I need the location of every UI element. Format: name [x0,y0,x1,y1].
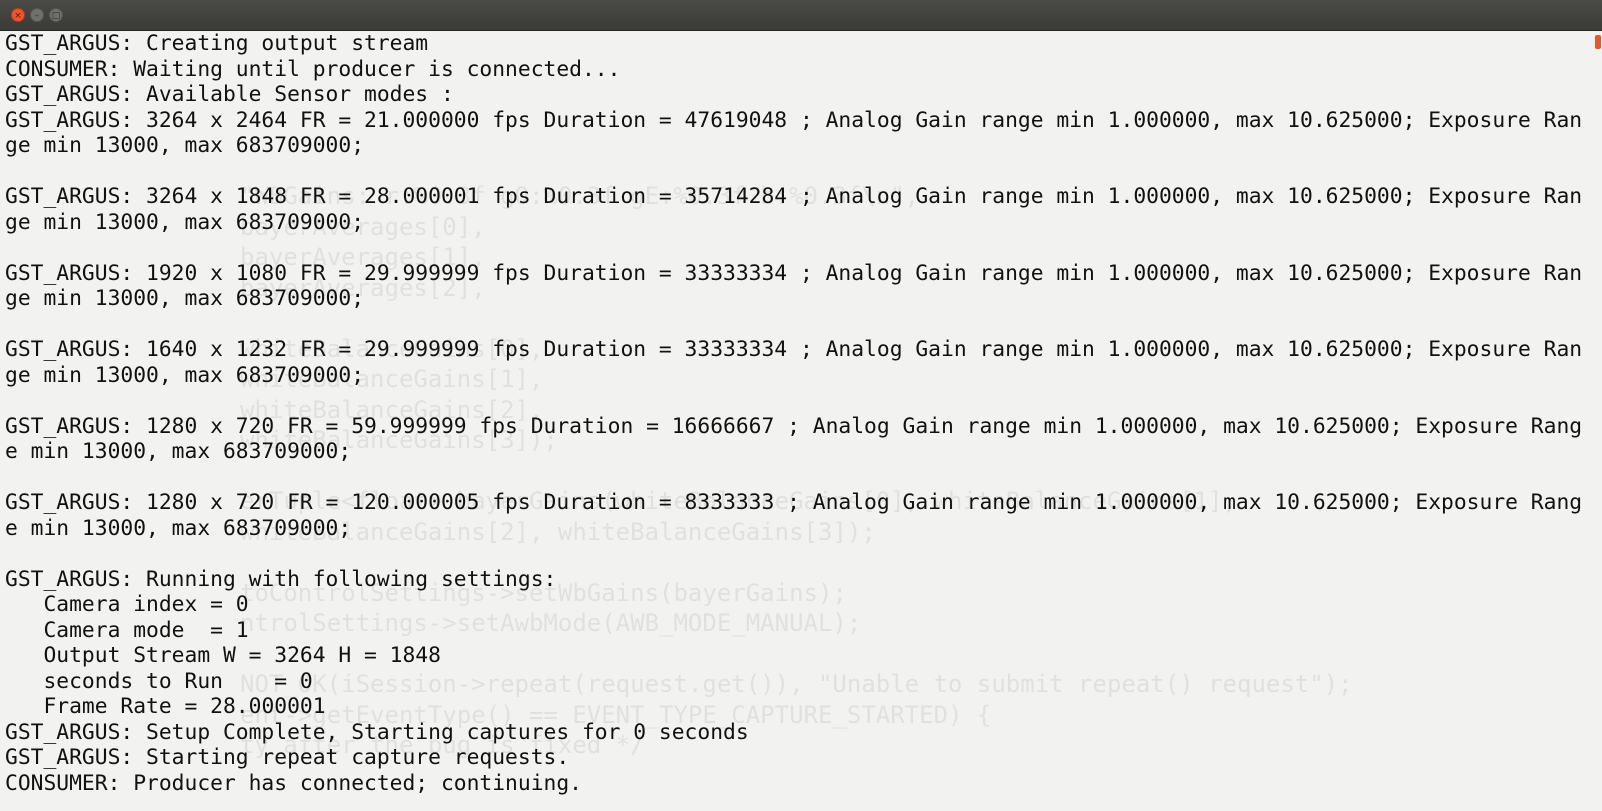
terminal-line: GST_ARGUS: Setup Complete, Starting capt… [5,719,749,745]
close-window-button[interactable]: × [11,8,25,22]
scrollbar-thumb[interactable] [1595,35,1601,49]
minimize-window-button[interactable]: – [30,8,44,22]
terminal-line: Camera index = 0 [5,592,249,617]
terminal-line: CONSUMER: Waiting until producer is conn… [5,56,621,82]
terminal-scrollbar[interactable] [1593,31,1602,811]
terminal-line: CONSUMER: Producer has connected; contin… [5,770,582,796]
terminal-line: GST_ARGUS: 1640 x 1232 FR = 29.999999 fp… [5,337,1583,388]
terminal-line: Output Stream W = 3264 H = 1848 [5,643,441,668]
maximize-window-button[interactable]: □ [49,8,63,22]
terminal-text: GST_ARGUS: Creating output stream CONSUME… [5,31,1590,796]
terminal-line: GST_ARGUS: 1280 x 720 FR = 120.000005 fp… [5,490,1583,541]
terminal-line: Frame Rate = 28.000001 [5,694,326,719]
terminal-line: GST_ARGUS: Available Sensor modes : [5,82,454,107]
terminal-window: × – □ "WBGains: r:%0.3f gO:%0.3f gE:%0.3… [0,0,1602,811]
window-titlebar[interactable]: × – □ [0,0,1602,31]
terminal-line: GST_ARGUS: Running with following settin… [5,566,557,592]
terminal-line: GST_ARGUS: 3264 x 2464 FR = 21.000000 fp… [5,107,1583,159]
terminal-line: seconds to Run = 0 [5,668,313,694]
terminal-line: GST_ARGUS: 1280 x 720 FR = 59.999999 fps… [5,413,1583,465]
terminal-line: Camera mode = 1 [5,617,249,643]
terminal-line: GST_ARGUS: Creating output stream [5,31,429,56]
terminal-line: GST_ARGUS: Starting repeat capture reque… [5,745,570,770]
terminal-line: GST_ARGUS: 3264 x 1848 FR = 28.000001 fp… [5,184,1583,235]
terminal-output-area[interactable]: "WBGains: r:%0.3f gO:%0.3f gE:%0.3f b:%0… [0,31,1602,811]
terminal-line: GST_ARGUS: 1920 x 1080 FR = 29.999999 fp… [5,260,1583,312]
